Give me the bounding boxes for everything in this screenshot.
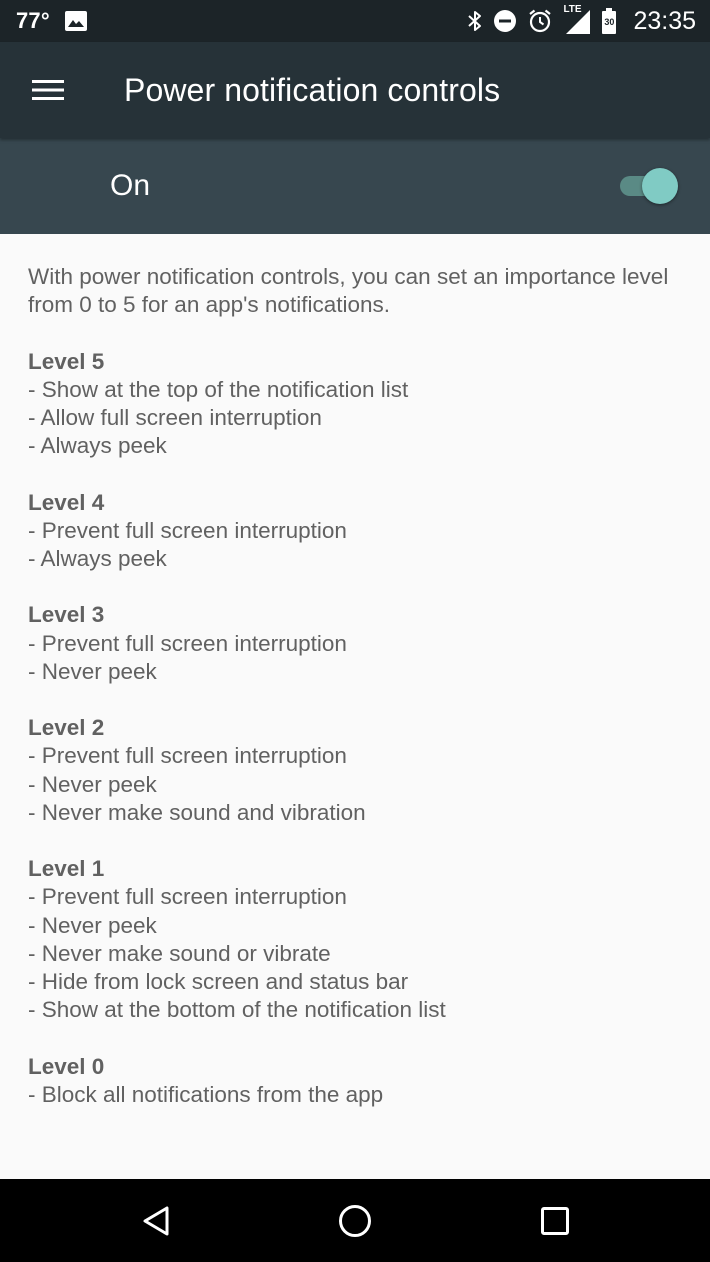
level-title: Level 2 bbox=[28, 715, 105, 741]
level-item: - Always peek bbox=[28, 433, 167, 459]
level-2-section: Level 2 - Prevent full screen interrupti… bbox=[28, 714, 688, 827]
back-icon bbox=[141, 1205, 171, 1237]
level-title: Level 0 bbox=[28, 1053, 105, 1079]
level-item: - Show at the top of the notification li… bbox=[28, 376, 409, 402]
level-item: - Always peek bbox=[28, 546, 167, 571]
level-4-section: Level 4 - Prevent full screen interrupti… bbox=[28, 489, 688, 574]
master-switch-toggle[interactable] bbox=[618, 168, 678, 204]
level-5-section: Level 5 - Show at the top of the notific… bbox=[28, 348, 688, 461]
toggle-thumb bbox=[642, 168, 678, 204]
level-item: - Never peek bbox=[28, 771, 157, 797]
level-item: - Never make sound or vibrate bbox=[28, 940, 331, 966]
level-3-section: Level 3 - Prevent full screen interrupti… bbox=[28, 601, 688, 686]
alarm-icon bbox=[527, 8, 553, 34]
description-content: With power notification controls, you ca… bbox=[28, 263, 688, 1137]
image-icon bbox=[64, 10, 88, 32]
battery-level-text: 30 bbox=[604, 17, 615, 27]
level-item: - Allow full screen interruption bbox=[28, 405, 322, 430]
home-button[interactable] bbox=[333, 1199, 377, 1243]
network-type-text: LTE bbox=[563, 4, 582, 15]
page-title: Power notification controls bbox=[124, 72, 501, 108]
level-1-section: Level 1 - Prevent full screen interrupti… bbox=[28, 855, 688, 1024]
level-item: - Hide from lock screen and status bar bbox=[28, 969, 409, 994]
level-item: - Prevent full screen interruption bbox=[28, 630, 347, 656]
app-bar: Power notification controls bbox=[0, 42, 710, 138]
temperature-text: 77° bbox=[16, 8, 50, 33]
level-item: - Prevent full screen interruption bbox=[28, 517, 347, 543]
level-item: - Prevent full screen interruption bbox=[28, 743, 347, 769]
level-title: Level 3 bbox=[28, 602, 105, 628]
level-0-section: Level 0 - Block all notifications from t… bbox=[28, 1053, 688, 1109]
clock-text: 23:35 bbox=[633, 6, 696, 35]
navigation-bar bbox=[0, 1179, 710, 1262]
signal-icon: LTE bbox=[563, 4, 591, 35]
level-item: - Prevent full screen interruption bbox=[28, 884, 347, 910]
level-title: Level 1 bbox=[28, 856, 105, 882]
intro-text: With power notification controls, you ca… bbox=[28, 264, 669, 318]
level-item: - Never peek bbox=[28, 912, 157, 938]
menu-icon bbox=[32, 78, 64, 102]
status-bar: 77° LTE 30 23:35 bbox=[0, 0, 710, 42]
recents-button[interactable] bbox=[533, 1199, 577, 1243]
bluetooth-icon bbox=[467, 9, 483, 33]
back-button[interactable] bbox=[134, 1199, 178, 1243]
recents-icon bbox=[540, 1206, 570, 1236]
menu-button[interactable] bbox=[24, 68, 72, 112]
level-item: - Never peek bbox=[28, 658, 157, 684]
do-not-disturb-icon bbox=[493, 9, 517, 33]
master-switch-bar[interactable]: On bbox=[0, 138, 710, 234]
level-title: Level 5 bbox=[28, 348, 105, 374]
home-icon bbox=[338, 1204, 372, 1238]
level-title: Level 4 bbox=[28, 489, 105, 515]
level-item: - Block all notifications from the app bbox=[28, 1081, 384, 1107]
level-item: - Show at the bottom of the notification… bbox=[28, 997, 446, 1023]
level-item: - Never make sound and vibration bbox=[28, 799, 366, 825]
battery-icon: 30 bbox=[601, 8, 617, 34]
master-switch-label: On bbox=[110, 169, 151, 202]
